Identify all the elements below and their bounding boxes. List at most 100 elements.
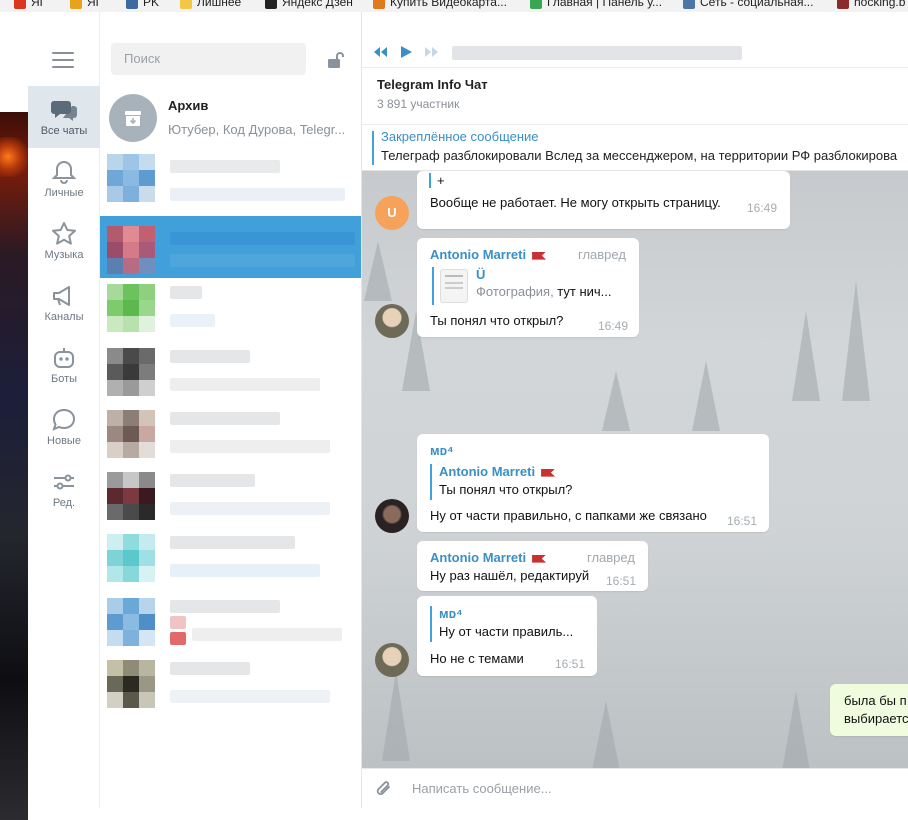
blurred-text [170, 160, 280, 173]
bookmark-icon [126, 0, 138, 9]
chat-list-item[interactable] [100, 470, 361, 532]
bookmark-item[interactable]: Главная | Панель у... [530, 0, 662, 9]
bookmark-item[interactable]: Яндекс Дзен [265, 0, 353, 9]
lock-icon[interactable] [326, 51, 344, 69]
bot-icon [54, 348, 74, 368]
reply-preview[interactable]: Antonio Marreti Ты понял что открыл? [430, 464, 572, 500]
bookmark-icon [14, 0, 26, 9]
play-icon[interactable] [398, 44, 414, 60]
folder-edit[interactable]: Ред. [28, 458, 100, 520]
previous-track-icon[interactable] [372, 44, 388, 60]
blurred-avatar [107, 408, 155, 470]
archive-icon [125, 111, 141, 126]
folder-new[interactable]: Новые [28, 396, 100, 458]
folder-personal[interactable]: Личные [28, 148, 100, 210]
reply-quote-tail: + [429, 173, 445, 188]
hamburger-icon [52, 66, 74, 68]
message-text: Ну от части правильно, с папками же связ… [430, 508, 707, 523]
folder-channels[interactable]: Каналы [28, 272, 100, 334]
blurred-text [170, 474, 255, 487]
reply-preview[interactable]: мᴅ⁴ Ну от части правиль... [430, 606, 573, 642]
hamburger-icon [52, 52, 74, 54]
bookmark-item[interactable]: Лишнее [180, 0, 241, 9]
photo-thumbnail [440, 269, 468, 303]
pinned-accent [372, 131, 374, 165]
message-bubble: Antonio Marreti главред Ну раз нашёл, ре… [417, 541, 648, 591]
message-sender: Antonio Marreti [430, 247, 547, 262]
blurred-text [192, 628, 342, 641]
blurred-text [170, 254, 355, 267]
speech-icon [52, 408, 76, 431]
hamburger-icon [52, 59, 74, 61]
folder-bots[interactable]: Боты [28, 334, 100, 396]
blurred-text [170, 632, 186, 645]
message-text: Ну раз нашёл, редактируй [430, 568, 590, 583]
chat-list-item-selected[interactable] [100, 216, 361, 278]
background-photo [0, 137, 28, 177]
archive-avatar [109, 94, 157, 142]
background-tree [592, 701, 620, 768]
message-text: была бы п [844, 693, 907, 708]
menu-button[interactable] [52, 52, 74, 68]
next-track-icon[interactable] [424, 44, 440, 60]
reply-text: Фотография, тут нич... [476, 284, 612, 299]
reply-preview[interactable]: Ü Фотография, тут нич... [432, 267, 632, 305]
bookmark-item[interactable]: ЯГ [70, 0, 102, 9]
chat-list-item[interactable] [100, 346, 361, 408]
telegram-window: Все чаты Личные Музыка Каналы Боты Новые… [28, 12, 908, 808]
blurred-text [170, 536, 295, 549]
bookmark-item[interactable]: hocking.b [837, 0, 905, 9]
folder-icon [180, 0, 192, 9]
zen-icon [265, 0, 277, 9]
desktop-background [0, 12, 28, 820]
folder-music[interactable]: Музыка [28, 210, 100, 272]
attach-icon[interactable] [374, 779, 394, 799]
flag-icon [532, 554, 547, 563]
outgoing-message-bubble: была бы п выбираетс [830, 684, 908, 736]
blurred-text [170, 690, 330, 703]
bookmarks-bar: ЯГ ЯГ PK Лишнее Яндекс Дзен Купить Видео… [0, 0, 908, 12]
bookmark-item[interactable]: ЯГ [14, 0, 46, 9]
chat-header[interactable]: Telegram Info Чат 3 891 участник [362, 69, 908, 125]
avatar[interactable] [375, 304, 409, 338]
bell-icon [51, 160, 77, 184]
archive-preview: Ютубер, Код Дурова, Telegr... [168, 122, 346, 137]
background-tree [792, 311, 820, 401]
background-tree [364, 241, 392, 301]
avatar[interactable] [375, 643, 409, 677]
background-tree [692, 361, 720, 431]
vk-icon [683, 0, 695, 9]
blurred-avatar [107, 282, 155, 344]
chat-list-item[interactable] [100, 154, 361, 216]
chat-list-item[interactable] [100, 282, 361, 344]
message-time: 16:49 [598, 319, 629, 333]
chat-list-item[interactable] [100, 596, 361, 658]
folder-all-chats[interactable]: Все чаты [28, 86, 100, 148]
blurred-text [170, 378, 320, 391]
chat-panel: Telegram Info Чат 3 891 участник Закрепл… [361, 12, 908, 808]
avatar[interactable] [375, 499, 409, 533]
pinned-message-bar[interactable]: Закреплённое сообщение Телеграф разблоки… [362, 125, 908, 171]
blurred-text [170, 564, 320, 577]
message-sender: мᴅ⁴ [430, 443, 454, 458]
message-input[interactable]: Написать сообщение... [412, 769, 892, 809]
avatar[interactable]: U [375, 196, 409, 230]
message-bubble: мᴅ⁴ Antonio Marreti Ты понял что открыл?… [417, 434, 769, 532]
reply-author: мᴅ⁴ [439, 606, 463, 621]
blurred-avatar [107, 154, 155, 216]
archive-row[interactable]: Архив Ютубер, Код Дурова, Telegr... [100, 90, 361, 152]
bookmark-item[interactable]: Сеть - социальная... [683, 0, 813, 9]
bookmark-item[interactable]: PK [126, 0, 159, 9]
message-composer: Написать сообщение... [362, 768, 908, 808]
chat-list-item[interactable] [100, 532, 361, 594]
chat-list-item[interactable] [100, 658, 361, 720]
search-input[interactable]: Поиск [111, 43, 306, 75]
message-bubble: мᴅ⁴ Ну от части правиль... Но не с темам… [417, 596, 597, 676]
blurred-text [170, 232, 355, 245]
reply-author: Antonio Marreti [439, 464, 572, 479]
message-text: выбираетс [844, 711, 908, 726]
reply-text: Ну от части правиль... [439, 624, 574, 639]
chat-list-item[interactable] [100, 408, 361, 470]
bookmark-item[interactable]: Купить Видеокарта... [373, 0, 507, 9]
message-time: 16:51 [606, 574, 637, 588]
